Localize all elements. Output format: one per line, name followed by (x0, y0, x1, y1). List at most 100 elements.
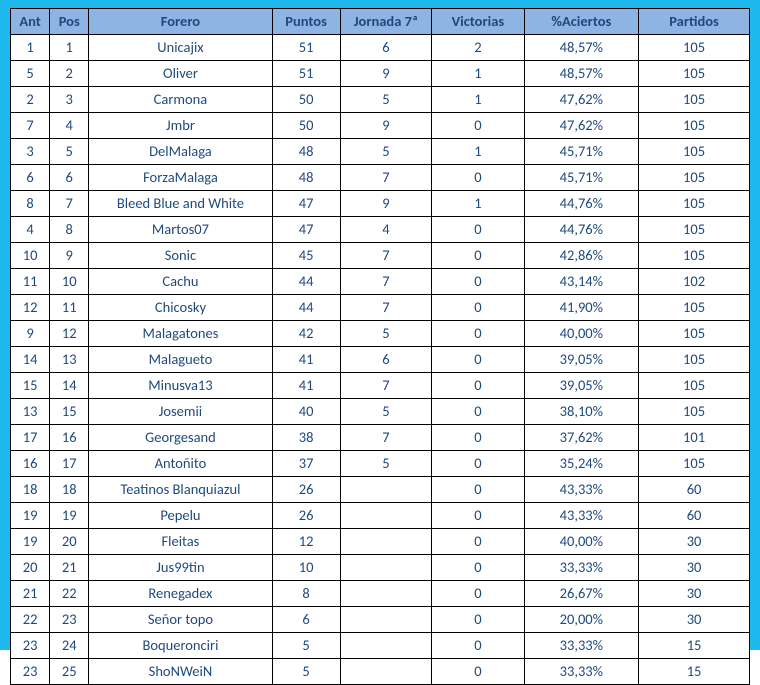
cell-pos: 15 (50, 399, 89, 425)
cell-jornada (340, 659, 432, 685)
cell-puntos: 42 (272, 321, 340, 347)
cell-partidos: 105 (639, 295, 750, 321)
table-row: 52Oliver519148,57%105 (11, 61, 750, 87)
cell-victorias: 0 (432, 451, 524, 477)
cell-forero: Fleitas (89, 529, 272, 555)
cell-victorias: 0 (432, 321, 524, 347)
cell-pos: 23 (50, 607, 89, 633)
cell-forero: Minusva13 (89, 373, 272, 399)
cell-ant: 10 (11, 243, 50, 269)
cell-aciertos: 48,57% (524, 61, 639, 87)
cell-pos: 20 (50, 529, 89, 555)
cell-victorias: 0 (432, 503, 524, 529)
cell-ant: 18 (11, 477, 50, 503)
cell-puntos: 6 (272, 607, 340, 633)
cell-puntos: 5 (272, 633, 340, 659)
table-row: 1920Fleitas12040,00%30 (11, 529, 750, 555)
cell-aciertos: 20,00% (524, 607, 639, 633)
cell-puntos: 44 (272, 269, 340, 295)
cell-forero: Cachu (89, 269, 272, 295)
cell-aciertos: 42,86% (524, 243, 639, 269)
cell-forero: DelMalaga (89, 139, 272, 165)
cell-aciertos: 41,90% (524, 295, 639, 321)
cell-forero: Chicosky (89, 295, 272, 321)
cell-partidos: 105 (639, 87, 750, 113)
header-pos: Pos (50, 9, 89, 35)
cell-puntos: 51 (272, 61, 340, 87)
cell-puntos: 50 (272, 87, 340, 113)
cell-partidos: 105 (639, 373, 750, 399)
table-row: 1315Josemii405038,10%105 (11, 399, 750, 425)
table-row: 66ForzaMalaga487045,71%105 (11, 165, 750, 191)
cell-aciertos: 40,00% (524, 529, 639, 555)
cell-partidos: 105 (639, 217, 750, 243)
cell-ant: 22 (11, 607, 50, 633)
cell-ant: 8 (11, 191, 50, 217)
cell-ant: 12 (11, 295, 50, 321)
cell-victorias: 0 (432, 243, 524, 269)
cell-jornada: 7 (340, 243, 432, 269)
cell-aciertos: 26,67% (524, 581, 639, 607)
cell-pos: 19 (50, 503, 89, 529)
cell-victorias: 0 (432, 373, 524, 399)
cell-victorias: 0 (432, 347, 524, 373)
cell-jornada: 9 (340, 61, 432, 87)
table-row: 87Bleed Blue and White479144,76%105 (11, 191, 750, 217)
cell-pos: 2 (50, 61, 89, 87)
cell-jornada: 5 (340, 399, 432, 425)
cell-pos: 7 (50, 191, 89, 217)
table-row: 23Carmona505147,62%105 (11, 87, 750, 113)
table-row: 1110Cachu447043,14%102 (11, 269, 750, 295)
cell-ant: 4 (11, 217, 50, 243)
table-row: 74Jmbr509047,62%105 (11, 113, 750, 139)
cell-pos: 17 (50, 451, 89, 477)
cell-victorias: 0 (432, 555, 524, 581)
cell-jornada: 5 (340, 139, 432, 165)
cell-victorias: 1 (432, 191, 524, 217)
table-row: 2324Boqueronciri5033,33%15 (11, 633, 750, 659)
table-row: 11Unicajix516248,57%105 (11, 35, 750, 61)
cell-pos: 9 (50, 243, 89, 269)
cell-ant: 6 (11, 165, 50, 191)
cell-forero: Jmbr (89, 113, 272, 139)
cell-partidos: 60 (639, 477, 750, 503)
cell-jornada: 9 (340, 113, 432, 139)
cell-jornada (340, 555, 432, 581)
cell-partidos: 102 (639, 269, 750, 295)
cell-aciertos: 45,71% (524, 139, 639, 165)
page-container: Ant Pos Forero Puntos Jornada 7ª Victori… (0, 0, 760, 650)
cell-pos: 22 (50, 581, 89, 607)
cell-forero: Renegadex (89, 581, 272, 607)
cell-partidos: 60 (639, 503, 750, 529)
header-victorias: Victorias (432, 9, 524, 35)
cell-jornada (340, 477, 432, 503)
cell-forero: Unicajix (89, 35, 272, 61)
table-header: Ant Pos Forero Puntos Jornada 7ª Victori… (11, 9, 750, 35)
cell-puntos: 48 (272, 165, 340, 191)
cell-puntos: 5 (272, 659, 340, 685)
cell-aciertos: 43,33% (524, 503, 639, 529)
cell-jornada (340, 503, 432, 529)
cell-jornada: 7 (340, 295, 432, 321)
cell-aciertos: 43,33% (524, 477, 639, 503)
cell-ant: 17 (11, 425, 50, 451)
cell-pos: 5 (50, 139, 89, 165)
cell-forero: ShoNWeiN (89, 659, 272, 685)
cell-pos: 6 (50, 165, 89, 191)
cell-victorias: 0 (432, 529, 524, 555)
table-row: 1211Chicosky447041,90%105 (11, 295, 750, 321)
cell-pos: 13 (50, 347, 89, 373)
cell-aciertos: 48,57% (524, 35, 639, 61)
cell-jornada: 5 (340, 321, 432, 347)
cell-pos: 25 (50, 659, 89, 685)
cell-victorias: 2 (432, 35, 524, 61)
cell-partidos: 105 (639, 139, 750, 165)
cell-puntos: 47 (272, 217, 340, 243)
table-row: 1514Minusva13417039,05%105 (11, 373, 750, 399)
cell-ant: 7 (11, 113, 50, 139)
cell-partidos: 30 (639, 555, 750, 581)
cell-aciertos: 44,76% (524, 217, 639, 243)
cell-ant: 11 (11, 269, 50, 295)
cell-aciertos: 43,14% (524, 269, 639, 295)
table-row: 2021Jus99tin10033,33%30 (11, 555, 750, 581)
